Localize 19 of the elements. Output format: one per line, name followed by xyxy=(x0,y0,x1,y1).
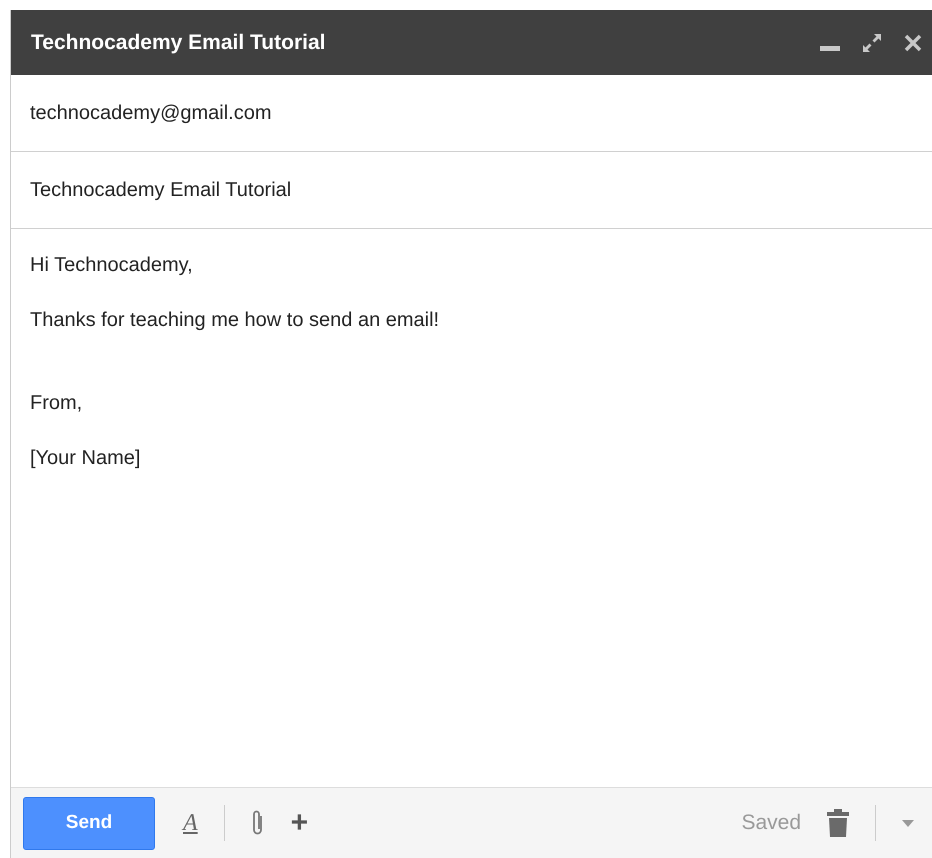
message-body[interactable]: Hi Technocademy, Thanks for teaching me how to send an email! From, [Your Name] xyxy=(11,229,932,787)
body-text-line: Thanks for teaching me how to send an email! xyxy=(30,308,440,333)
subject-field[interactable]: Technocademy Email Tutorial xyxy=(11,152,932,229)
body-text-line: Hi Technocademy, xyxy=(30,253,194,278)
window-title: Technocademy Email Tutorial xyxy=(31,30,326,54)
body-text-line: From, xyxy=(30,391,84,416)
formatting-options-icon[interactable]: A xyxy=(183,810,198,836)
minimize-icon[interactable] xyxy=(820,46,840,52)
trash-icon[interactable] xyxy=(827,809,849,837)
dropdown-caret-icon[interactable] xyxy=(902,820,914,826)
body-text-line: [Your Name] xyxy=(30,446,142,471)
save-status: Saved xyxy=(741,811,801,835)
expand-icon[interactable] xyxy=(862,32,882,52)
subject-text: Technocademy Email Tutorial xyxy=(30,178,292,202)
more-options-icon[interactable]: + xyxy=(290,806,308,840)
recipient-address: technocademy@gmail.com xyxy=(30,102,272,124)
recipient-field[interactable]: technocademy@gmail.com xyxy=(11,75,932,152)
paperclip-icon[interactable] xyxy=(250,809,265,837)
close-icon[interactable] xyxy=(904,34,922,52)
